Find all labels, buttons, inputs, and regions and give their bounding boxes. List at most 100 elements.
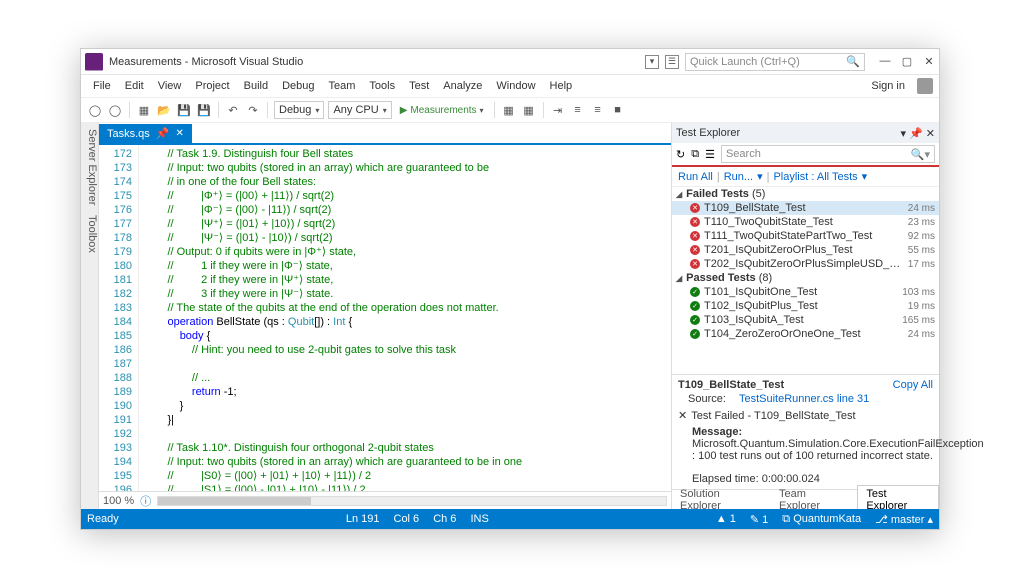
menu-bar: File Edit View Project Build Debug Team …: [81, 75, 939, 97]
info-icon[interactable]: ⓘ: [140, 493, 151, 509]
pin-panel-icon[interactable]: ▾ 📌 ✕: [900, 127, 935, 140]
test-item[interactable]: ✕T202_IsQubitZeroOrPlusSimpleUSD_Test17 …: [672, 257, 939, 271]
close-button[interactable]: ✕: [923, 55, 935, 68]
run-link[interactable]: Run...: [724, 171, 753, 183]
main-toolbar: ◯ ◯ ▦ 📂 💾 💾 ↶ ↷ Debug Any CPU Measuremen…: [81, 97, 939, 123]
line-number-gutter: 1721731741751761771781791801811821831841…: [99, 145, 139, 491]
quick-launch-input[interactable]: Quick Launch (Ctrl+Q)🔍: [685, 53, 865, 71]
status-ready: Ready: [87, 513, 119, 525]
menu-edit[interactable]: Edit: [119, 78, 150, 94]
open-file-icon[interactable]: 📂: [156, 102, 172, 118]
menu-test[interactable]: Test: [403, 78, 435, 94]
uncomment-icon[interactable]: ≡: [590, 102, 606, 118]
fail-summary: Test Failed - T109_BellState_Test: [691, 410, 855, 422]
editor-tab-strip: Tasks.qs 📌 ✕: [99, 123, 671, 145]
menu-tools[interactable]: Tools: [363, 78, 401, 94]
source-link[interactable]: TestSuiteRunner.cs line 31: [729, 393, 869, 405]
test-item[interactable]: ✕T201_IsQubitZeroOrPlus_Test55 ms: [672, 243, 939, 257]
test-explorer-title: Test Explorer: [676, 127, 740, 139]
test-item[interactable]: ✓T104_ZeroZeroOrOneOne_Test24 ms: [672, 327, 939, 341]
menu-window[interactable]: Window: [490, 78, 541, 94]
pin-icon[interactable]: 📌: [156, 127, 170, 140]
editor-pane: Tasks.qs 📌 ✕ 172173174175176177178179180…: [99, 123, 671, 509]
test-explorer-panel: Test Explorer ▾ 📌 ✕ ↻ ⧉ ☰ Search🔍▾ Run A…: [671, 123, 939, 509]
toolbar-icon-1[interactable]: ▦: [501, 102, 517, 118]
new-project-icon[interactable]: ▦: [136, 102, 152, 118]
minimize-button[interactable]: —: [879, 55, 891, 68]
test-item[interactable]: ✓T102_IsQubitPlus_Test19 ms: [672, 299, 939, 313]
test-tree: Failed Tests (5) ✕T109_BellState_Test24 …: [672, 187, 939, 374]
bookmark-icon[interactable]: ■: [610, 102, 626, 118]
save-all-icon[interactable]: 💾: [196, 102, 212, 118]
status-add[interactable]: ▲ 1: [716, 513, 736, 525]
status-branch[interactable]: ⎇ master ▴: [875, 513, 933, 526]
config-dropdown[interactable]: Debug: [274, 101, 324, 119]
menu-team[interactable]: Team: [323, 78, 362, 94]
status-ch: Ch 6: [433, 513, 456, 525]
nav-back-icon[interactable]: ◯: [87, 102, 103, 118]
maximize-button[interactable]: ▢: [901, 55, 913, 68]
filter-icon[interactable]: ☰: [705, 148, 715, 161]
status-col: Col 6: [394, 513, 420, 525]
start-debug-button[interactable]: Measurements: [396, 101, 488, 119]
comment-icon[interactable]: ≡: [570, 102, 586, 118]
test-search-input[interactable]: Search🔍▾: [721, 145, 935, 163]
editor-footer: 100 % ⓘ: [99, 491, 671, 509]
menu-debug[interactable]: Debug: [276, 78, 320, 94]
fail-message: Microsoft.Quantum.Simulation.Core.Execut…: [692, 438, 984, 462]
editor-tab-tasks[interactable]: Tasks.qs 📌 ✕: [99, 124, 192, 143]
status-bar: Ready Ln 191 Col 6 Ch 6 INS ▲ 1 ✎ 1 ⧉ Qu…: [81, 509, 939, 529]
vs-window: Measurements - Microsoft Visual Studio ▾…: [80, 48, 940, 530]
nav-fwd-icon[interactable]: ◯: [107, 102, 123, 118]
status-ln: Ln 191: [346, 513, 380, 525]
notifications-icon[interactable]: ▾: [645, 55, 659, 69]
title-bar: Measurements - Microsoft Visual Studio ▾…: [81, 49, 939, 75]
status-ins: INS: [470, 513, 488, 525]
test-item[interactable]: ✕T111_TwoQubitStatePartTwo_Test92 ms: [672, 229, 939, 243]
menu-help[interactable]: Help: [544, 78, 579, 94]
menu-analyze[interactable]: Analyze: [437, 78, 488, 94]
test-run-links: Run All | Run...▾ | Playlist : All Tests…: [672, 167, 939, 187]
horizontal-scrollbar[interactable]: [157, 496, 667, 506]
close-tab-icon[interactable]: ✕: [176, 128, 184, 139]
save-icon[interactable]: 💾: [176, 102, 192, 118]
test-item[interactable]: ✕T110_TwoQubitState_Test23 ms: [672, 215, 939, 229]
window-title: Measurements - Microsoft Visual Studio: [109, 56, 303, 68]
status-edit[interactable]: ✎ 1: [750, 513, 768, 526]
menu-view[interactable]: View: [152, 78, 188, 94]
passed-tests-group[interactable]: Passed Tests (8): [672, 271, 939, 285]
avatar-icon[interactable]: [917, 78, 933, 94]
vs-logo-icon: [85, 53, 103, 71]
sign-in-link[interactable]: Sign in: [865, 78, 911, 94]
right-bottom-tabs: Solution Explorer Team Explorer Test Exp…: [672, 489, 939, 509]
test-explorer-header: Test Explorer ▾ 📌 ✕: [672, 123, 939, 143]
step-icon[interactable]: ⇥: [550, 102, 566, 118]
feedback-icon[interactable]: ☰: [665, 55, 679, 69]
copy-all-link[interactable]: Copy All: [893, 379, 933, 391]
server-explorer-tab[interactable]: Server Explorer: [81, 129, 98, 205]
menu-file[interactable]: File: [87, 78, 117, 94]
test-detail-pane: T109_BellState_Test Copy All Source: Tes…: [672, 374, 939, 489]
code-content[interactable]: // Task 1.9. Distinguish four Bell state…: [139, 145, 671, 491]
test-item[interactable]: ✓T103_IsQubitA_Test165 ms: [672, 313, 939, 327]
test-item[interactable]: ✓T101_IsQubitOne_Test103 ms: [672, 285, 939, 299]
fail-icon: ✕: [678, 409, 687, 422]
run-all-link[interactable]: Run All: [678, 171, 713, 183]
elapsed-time: Elapsed time: 0:00:00.024: [692, 473, 820, 485]
menu-project[interactable]: Project: [189, 78, 235, 94]
zoom-level[interactable]: 100 %: [103, 495, 134, 507]
refresh-icon[interactable]: ↻: [676, 148, 685, 161]
toolbox-tab[interactable]: Toolbox: [81, 215, 98, 253]
undo-icon[interactable]: ↶: [225, 102, 241, 118]
menu-build[interactable]: Build: [238, 78, 274, 94]
group-icon[interactable]: ⧉: [691, 148, 699, 161]
toolbar-icon-2[interactable]: ▦: [521, 102, 537, 118]
platform-dropdown[interactable]: Any CPU: [328, 101, 391, 119]
code-editor[interactable]: 1721731741751761771781791801811821831841…: [99, 145, 671, 491]
test-item[interactable]: ✕T109_BellState_Test24 ms: [672, 201, 939, 215]
redo-icon[interactable]: ↷: [245, 102, 261, 118]
playlist-link[interactable]: Playlist : All Tests: [773, 171, 857, 183]
failed-tests-group[interactable]: Failed Tests (5): [672, 187, 939, 201]
status-repo[interactable]: ⧉ QuantumKata: [782, 513, 861, 526]
left-tool-strip: Server Explorer Toolbox: [81, 123, 99, 509]
